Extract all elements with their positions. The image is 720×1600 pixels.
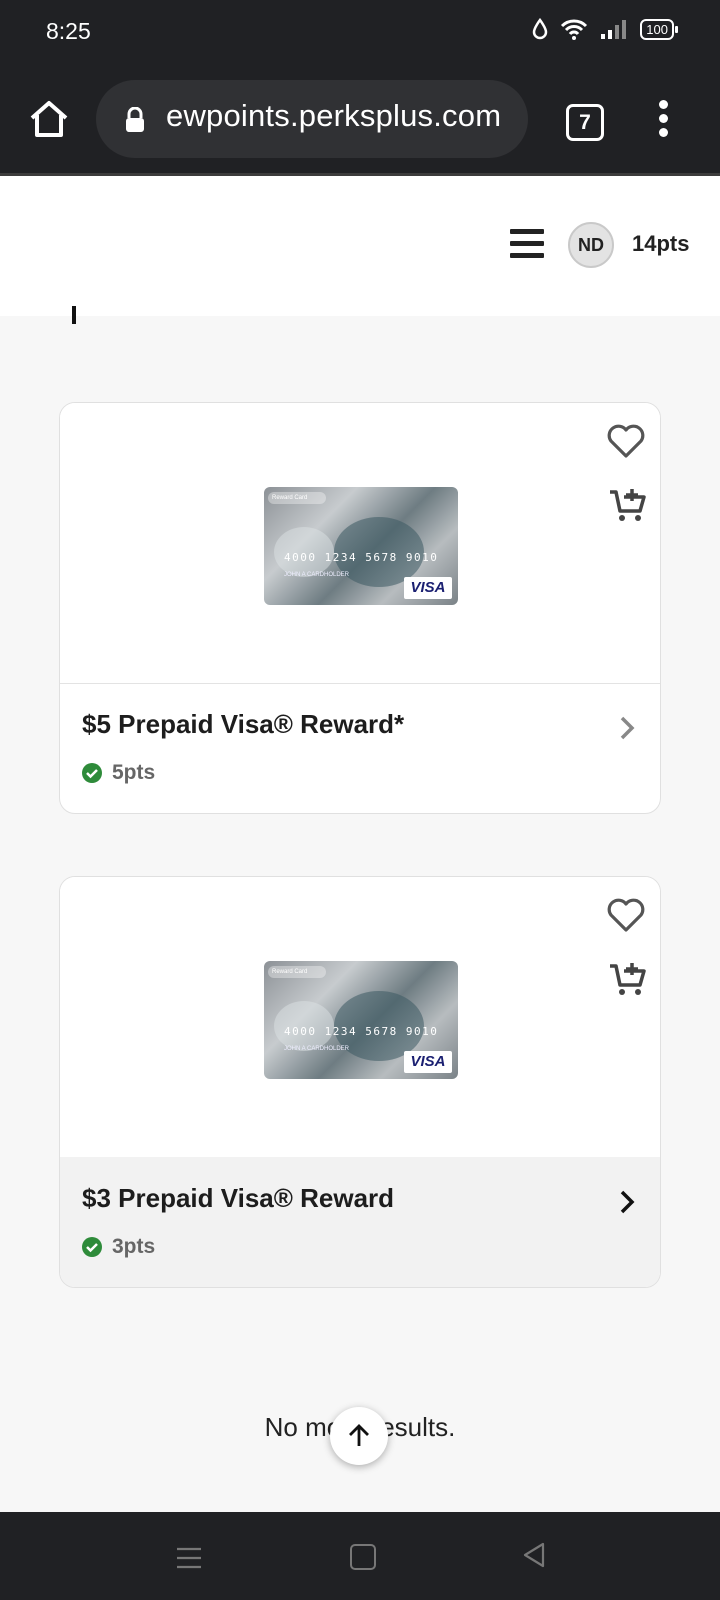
add-to-cart-icon[interactable] <box>608 961 646 997</box>
visa-card-image: Reward Card 4000 1234 5678 9010 JOHN A C… <box>264 487 458 605</box>
visa-logo: VISA <box>404 577 452 599</box>
heart-icon[interactable] <box>606 897 646 933</box>
points-balance: 14pts <box>632 231 690 256</box>
wifi-icon <box>561 19 588 40</box>
nav-home-icon[interactable] <box>350 1544 376 1570</box>
points-cost: 5pts <box>82 761 155 785</box>
battery-icon: 100 <box>640 18 678 40</box>
product-card[interactable]: Reward Card 4000 1234 5678 9010 JOHN A C… <box>59 402 661 814</box>
tab-switcher-button[interactable]: 7 <box>566 104 604 141</box>
drop-icon <box>533 18 548 40</box>
arrow-up-icon <box>349 1424 369 1446</box>
lock-icon <box>126 107 144 132</box>
product-title[interactable]: $3 Prepaid Visa® Reward <box>82 1183 394 1214</box>
check-circle-icon <box>82 763 102 783</box>
system-nav-bar <box>0 1512 720 1600</box>
status-icons: 100 <box>532 18 678 40</box>
site-header: ND 14pts <box>0 176 720 316</box>
points-cost-text: 3pts <box>112 1235 156 1258</box>
status-bar: 8:25 100 <box>0 0 720 64</box>
url-text: ewpoints.perksplus.com <box>166 98 502 133</box>
visa-logo: VISA <box>404 1051 452 1073</box>
status-time: 8:25 <box>46 18 91 44</box>
chevron-right-icon[interactable] <box>616 1189 638 1215</box>
chevron-right-icon[interactable] <box>616 715 638 741</box>
product-info[interactable]: $5 Prepaid Visa® Reward* 5pts <box>60 683 660 813</box>
points-cost-text: 5pts <box>112 761 156 784</box>
product-info[interactable]: $3 Prepaid Visa® Reward 3pts <box>60 1157 660 1287</box>
signal-icon <box>601 20 627 39</box>
back-icon[interactable] <box>522 1542 546 1568</box>
address-bar[interactable]: ewpoints.perksplus.com <box>96 80 528 158</box>
visa-card-image: Reward Card 4000 1234 5678 9010 JOHN A C… <box>264 961 458 1079</box>
browser-toolbar: ewpoints.perksplus.com 7 <box>0 64 720 176</box>
user-avatar[interactable]: ND <box>568 222 614 268</box>
product-image-area[interactable]: Reward Card 4000 1234 5678 9010 JOHN A C… <box>60 877 660 1158</box>
home-icon[interactable] <box>28 98 70 140</box>
heart-icon[interactable] <box>606 423 646 459</box>
hamburger-menu-icon[interactable] <box>510 229 544 259</box>
scroll-to-top-button[interactable] <box>330 1407 388 1465</box>
points-cost: 3pts <box>82 1235 155 1259</box>
product-image-area[interactable]: Reward Card 4000 1234 5678 9010 JOHN A C… <box>60 403 660 684</box>
overflow-menu-icon[interactable] <box>648 100 678 140</box>
check-circle-icon <box>82 1237 102 1257</box>
product-title[interactable]: $5 Prepaid Visa® Reward* <box>82 709 404 740</box>
add-to-cart-icon[interactable] <box>608 487 646 523</box>
clipped-heading <box>72 306 76 324</box>
product-card[interactable]: Reward Card 4000 1234 5678 9010 JOHN A C… <box>59 876 661 1288</box>
recents-icon[interactable] <box>176 1546 202 1570</box>
